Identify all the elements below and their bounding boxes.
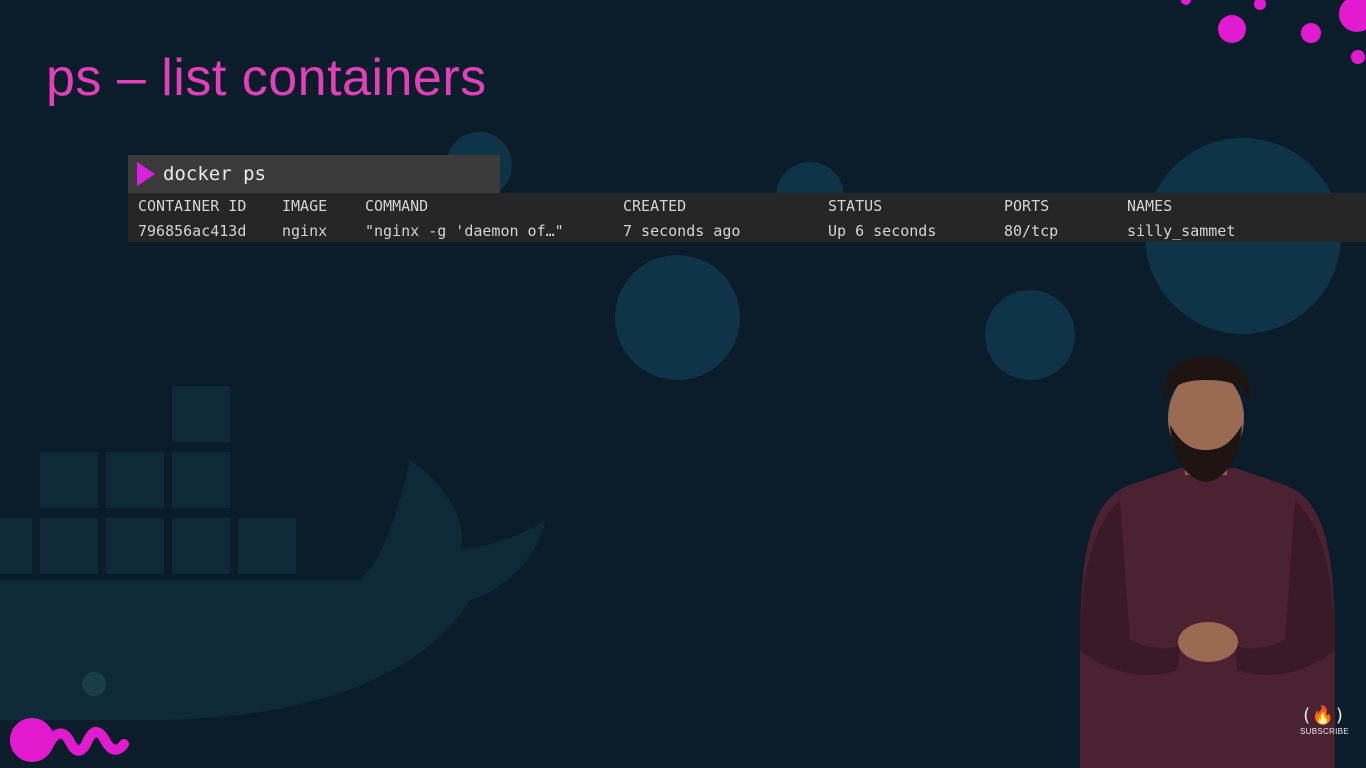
cell-names: silly_sammet [1127,222,1236,240]
channel-logo-icon: (🔥) [1300,705,1346,726]
cell-command: "nginx -g 'daemon of…" [365,222,564,240]
slide-canvas: ps – list containers docker ps CONTAINER… [0,0,1366,768]
subscribe-label: SUBSCRIBE [1300,727,1349,736]
cell-created: 7 seconds ago [623,222,741,240]
header-command: COMMAND [365,197,429,215]
terminal-header-row: CONTAINER ID IMAGE COMMAND CREATED STATU… [128,197,1366,217]
cell-ports: 80/tcp [1004,222,1059,240]
slide-title: ps – list containers [46,49,487,107]
container-row: 796856ac413d nginx "nginx -g 'daemon of…… [128,222,1366,242]
prompt-arrow-icon [137,162,155,186]
decor-circle [615,255,740,380]
header-names: NAMES [1127,197,1173,215]
header-container-id: CONTAINER ID [138,197,247,215]
subscribe-button[interactable]: (🔥) SUBSCRIBE [1300,705,1349,737]
terminal-prompt-bar: docker ps [128,155,500,193]
header-status: STATUS [828,197,883,215]
terminal-output: CONTAINER ID IMAGE COMMAND CREATED STATU… [128,193,1366,242]
cell-status: Up 6 seconds [828,222,937,240]
docker-whale-illustration [0,386,545,720]
header-created: CREATED [623,197,687,215]
header-ports: PORTS [1004,197,1050,215]
audio-wave-logo [10,718,129,762]
cell-container-id: 796856ac413d [138,222,247,240]
decor-dots [1181,0,1366,64]
prompt-command: docker ps [163,163,266,185]
header-image: IMAGE [282,197,328,215]
cell-image: nginx [282,222,328,240]
